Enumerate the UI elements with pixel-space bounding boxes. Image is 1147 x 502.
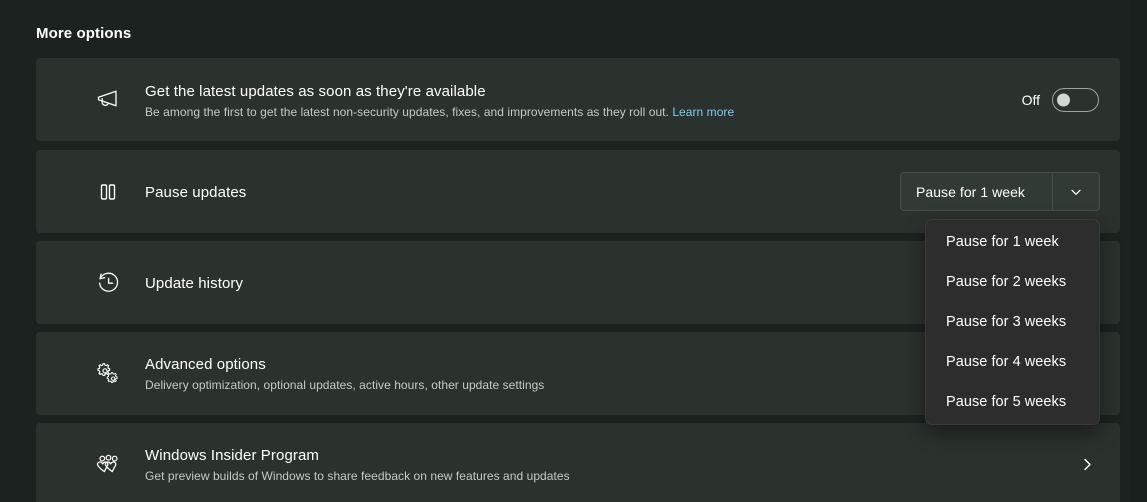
card-title: Advanced options: [145, 356, 266, 373]
dropdown-option-2-weeks[interactable]: Pause for 2 weeks: [926, 262, 1099, 302]
insider-people-icon: [92, 449, 124, 481]
card-latest-updates[interactable]: Get the latest updates as soon as they'r…: [36, 58, 1120, 141]
gears-icon: [92, 358, 124, 390]
toggle-knob: [1057, 93, 1070, 106]
dropdown-option-3-weeks[interactable]: Pause for 3 weeks: [926, 302, 1099, 342]
toggle-state-label: Off: [1021, 91, 1040, 108]
dropdown-option-1-week[interactable]: Pause for 1 week: [926, 222, 1099, 262]
card-latest-updates-text: Get the latest updates as soon as they'r…: [145, 82, 920, 121]
card-update-history-text: Update history: [145, 274, 920, 294]
card-windows-insider-text: Windows Insider Program Get preview buil…: [145, 446, 920, 485]
latest-updates-toggle-group: Off: [1021, 87, 1099, 112]
card-subtitle: Delivery optimization, optional updates,…: [145, 378, 545, 392]
card-windows-insider-program[interactable]: Windows Insider Program Get preview buil…: [36, 423, 1120, 502]
page-title: More options: [36, 25, 132, 42]
settings-more-options-page: More options Get the latest updates as s…: [0, 0, 1147, 502]
chevron-right-icon[interactable]: [1077, 455, 1097, 475]
pause-updates-dropdown[interactable]: Pause for 1 week: [900, 172, 1100, 211]
card-pause-updates-text: Pause updates: [145, 183, 920, 203]
dropdown-option-5-weeks[interactable]: Pause for 5 weeks: [926, 382, 1099, 422]
dropdown-option-4-weeks[interactable]: Pause for 4 weeks: [926, 342, 1099, 382]
history-icon: [92, 267, 124, 299]
pause-updates-dropdown-value: Pause for 1 week: [916, 183, 1025, 200]
chevron-down-icon[interactable]: [1052, 173, 1099, 210]
card-title: Update history: [145, 275, 244, 292]
page-right-gutter: [1130, 0, 1147, 502]
pause-icon: [92, 176, 124, 208]
learn-more-link[interactable]: Learn more: [672, 105, 734, 119]
card-title: Windows Insider Program: [145, 447, 320, 464]
pause-updates-dropdown-flyout: Pause for 1 week Pause for 2 weeks Pause…: [925, 219, 1100, 425]
card-subtitle: Be among the first to get the latest non…: [145, 104, 920, 121]
latest-updates-toggle[interactable]: [1052, 87, 1099, 112]
card-subtitle-text: Be among the first to get the latest non…: [145, 105, 669, 119]
card-advanced-options-text: Advanced options Delivery optimization, …: [145, 355, 920, 394]
card-title: Pause updates: [145, 184, 247, 201]
card-title: Get the latest updates as soon as they'r…: [145, 83, 486, 100]
megaphone-icon: [92, 84, 124, 116]
card-subtitle: Get preview builds of Windows to share f…: [145, 469, 570, 483]
